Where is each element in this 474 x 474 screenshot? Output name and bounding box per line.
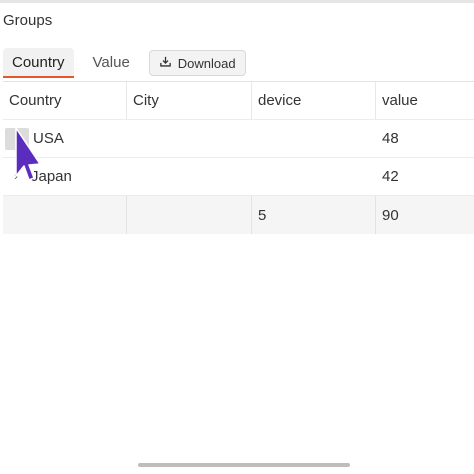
tab-country[interactable]: Country (3, 48, 74, 78)
tab-value[interactable]: Value (84, 48, 139, 78)
device-cell (252, 158, 376, 195)
data-table: Country City device value › USA 48 › Jap… (3, 81, 474, 234)
table-header-row: Country City device value (3, 81, 474, 119)
column-header-value[interactable]: value (376, 82, 474, 119)
download-button[interactable]: Download (148, 50, 246, 76)
panel-top-border (0, 0, 474, 3)
footer-city-cell (127, 196, 252, 234)
country-value: Japan (31, 168, 72, 185)
column-header-country[interactable]: Country (3, 82, 127, 119)
column-header-city[interactable]: City (127, 82, 252, 119)
tab-bar: Country Value Download (3, 48, 246, 78)
panel-title: Groups (3, 12, 53, 29)
device-cell (252, 120, 376, 157)
table-footer-row: 5 90 (3, 195, 474, 234)
table-row: › USA 48 (3, 119, 474, 157)
horizontal-scrollbar[interactable] (138, 463, 350, 467)
country-cell: › Japan (3, 158, 127, 195)
value-cell: 48 (382, 130, 399, 147)
footer-country-cell (3, 196, 127, 234)
download-label: Download (177, 55, 236, 71)
city-cell (127, 120, 252, 157)
footer-device-total: 5 (252, 196, 376, 234)
city-cell (127, 158, 252, 195)
country-value: USA (33, 130, 64, 147)
download-icon (159, 55, 172, 71)
expand-row-icon[interactable]: › (5, 127, 29, 150)
footer-value-total: 90 (382, 206, 399, 224)
value-cell: 42 (382, 168, 399, 185)
country-cell: › USA (3, 120, 127, 157)
table-row: › Japan 42 (3, 157, 474, 195)
expand-row-icon[interactable]: › (9, 170, 23, 184)
column-header-device[interactable]: device (252, 82, 376, 119)
